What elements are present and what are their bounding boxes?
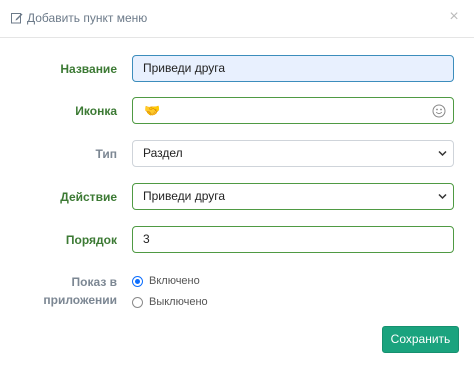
visibility-label: Показ в приложении (43, 275, 117, 308)
order-input[interactable]: 3 (132, 226, 454, 253)
visibility-option-enabled-label: Включено (149, 275, 200, 287)
action-label: Действие (60, 190, 117, 204)
visibility-label-line2: приложении (43, 293, 117, 307)
name-input-value: Приведи друга (143, 61, 226, 75)
visibility-label-line1: Показ в (71, 275, 117, 289)
modal-header: Добавить пункт меню × (0, 0, 474, 38)
edit-icon (11, 13, 23, 24)
modal-title: Добавить пункт меню (11, 11, 147, 25)
order-input-value: 3 (143, 232, 150, 246)
radio-enabled[interactable] (132, 275, 143, 287)
name-label: Название (60, 62, 117, 76)
visibility-option-enabled[interactable]: Включено (132, 275, 200, 287)
type-select[interactable]: Раздел (132, 140, 454, 167)
type-select-value: Раздел (143, 146, 183, 160)
radio-disabled[interactable] (132, 296, 143, 308)
order-label: Порядок (65, 233, 117, 247)
close-button[interactable]: × (447, 9, 461, 25)
type-label: Тип (95, 147, 118, 161)
modal-title-text: Добавить пункт меню (27, 11, 148, 25)
add-menu-item-modal: Добавить пункт меню × Название Приведи д… (0, 0, 474, 366)
chevron-down-icon (438, 193, 447, 200)
save-button[interactable]: Сохранить (382, 326, 459, 353)
visibility-option-disabled[interactable]: Выключено (132, 296, 208, 308)
name-input[interactable]: Приведи друга (132, 55, 454, 82)
icon-input[interactable]: 🤝 (132, 97, 454, 124)
smiley-icon[interactable] (432, 104, 446, 118)
icon-input-value: 🤝 (144, 103, 161, 118)
action-select-value: Приведи друга (143, 189, 226, 203)
icon-label: Иконка (75, 104, 117, 118)
chevron-down-icon (438, 150, 447, 157)
visibility-option-disabled-label: Выключено (149, 296, 208, 308)
action-select[interactable]: Приведи друга (132, 183, 454, 210)
